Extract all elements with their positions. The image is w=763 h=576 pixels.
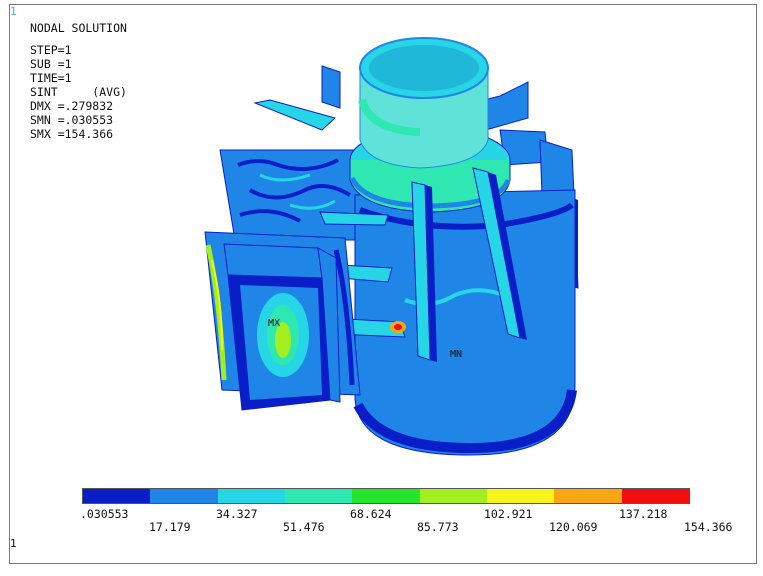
- contour-legend: [82, 488, 690, 504]
- legend-label: .030553: [80, 507, 129, 521]
- back-fin: [253, 99, 336, 131]
- legend-label: 85.773: [417, 520, 459, 534]
- min-marker: MN: [450, 349, 462, 360]
- stress-peak: [394, 324, 402, 330]
- legend-swatch-9: [621, 489, 689, 503]
- window-number-bottom: 1: [10, 537, 17, 550]
- legend-label: 137.218: [619, 507, 668, 521]
- legend-label: 51.476: [283, 520, 325, 534]
- legend-swatch-2: [150, 489, 218, 503]
- legend-label: 102.921: [484, 507, 533, 521]
- legend-swatch-1: [83, 489, 151, 503]
- max-marker: MX: [268, 318, 280, 329]
- legend-label: 17.179: [149, 520, 191, 534]
- legend-swatch-4: [284, 489, 353, 503]
- legend-swatch-7: [486, 489, 555, 503]
- legend-label: 120.069: [549, 520, 598, 534]
- box-top: [223, 243, 323, 279]
- legend-label: 34.327: [216, 507, 258, 521]
- legend-label: 154.366: [684, 520, 733, 534]
- legend-swatch-6: [419, 489, 487, 503]
- legend-swatch-5: [352, 489, 420, 503]
- legend-label: 68.624: [350, 507, 392, 521]
- pipe-bore: [367, 43, 481, 93]
- legend-swatch-3: [217, 489, 285, 503]
- legend-swatch-8: [554, 489, 622, 503]
- back-fin: [321, 65, 341, 109]
